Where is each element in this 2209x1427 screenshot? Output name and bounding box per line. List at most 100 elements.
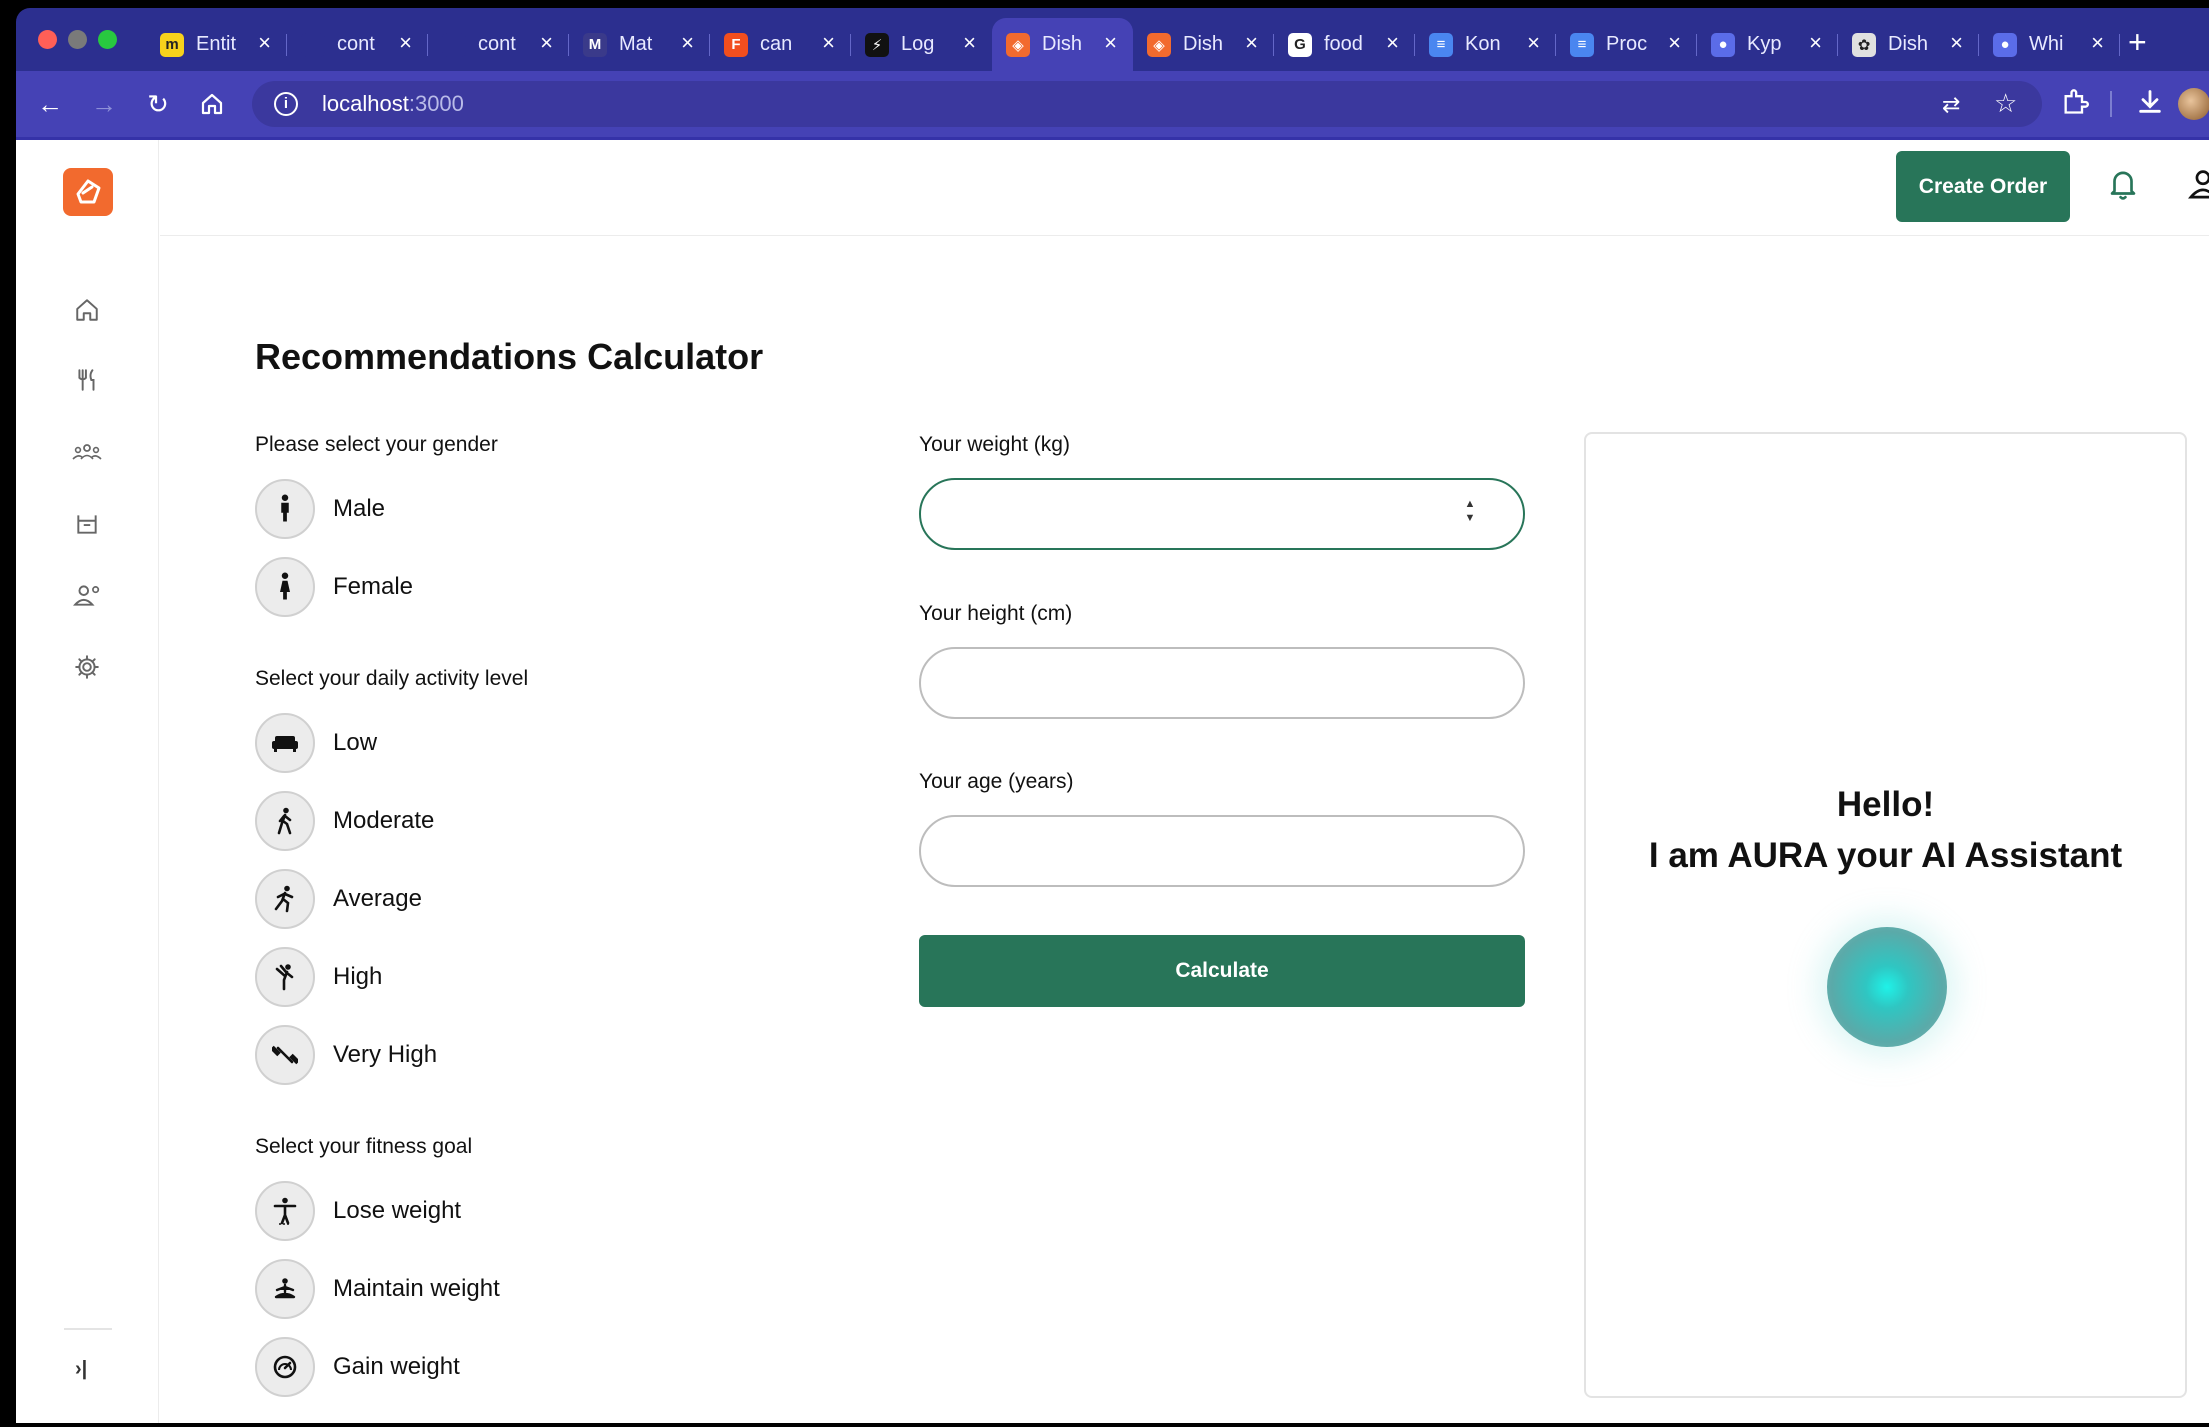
activity-option-very-high[interactable]: Very High	[255, 1025, 437, 1085]
team-icon[interactable]	[69, 434, 105, 470]
settings-gear-icon[interactable]	[69, 649, 105, 685]
notification-bell-icon[interactable]	[2108, 168, 2138, 207]
browser-tab[interactable]: ◈ Dish ×	[1133, 18, 1274, 71]
profile-avatar[interactable]	[2178, 88, 2209, 120]
gender-option-female[interactable]: Female	[255, 557, 413, 617]
downloads-icon[interactable]	[2136, 88, 2164, 123]
activity-option-label: Moderate	[333, 807, 435, 834]
age-input[interactable]	[919, 815, 1525, 887]
home-icon[interactable]	[69, 292, 105, 328]
back-arrow-icon[interactable]: ←	[32, 86, 68, 122]
goal-option-label: Gain weight	[333, 1353, 460, 1380]
tab-title: Mat	[619, 33, 653, 55]
site-info-icon[interactable]: i	[274, 92, 298, 116]
tab-close-icon[interactable]: ×	[1668, 30, 1681, 56]
browser-tab[interactable]: ≡ Proc ×	[1556, 18, 1697, 71]
male-icon	[255, 479, 315, 539]
age-label: Your age (years)	[919, 770, 1074, 793]
assistant-greeting: Hello!	[1836, 785, 1935, 824]
tab-close-icon[interactable]: ×	[540, 30, 553, 56]
number-stepper-icon[interactable]: ▲ ▼	[1462, 497, 1478, 527]
goal-option-label: Lose weight	[333, 1197, 462, 1224]
goal-option-lose-weight[interactable]: Lose weight	[255, 1181, 461, 1241]
tab-title: Kon	[1465, 33, 1501, 55]
calculate-button[interactable]: Calculate	[919, 935, 1525, 1007]
walking-person-icon	[255, 791, 315, 851]
extensions-puzzle-icon[interactable]	[2061, 88, 2089, 123]
person-arms-out-icon	[255, 1181, 315, 1241]
browser-tab[interactable]: ≡ Kon ×	[1415, 18, 1556, 71]
create-order-button[interactable]: Create Order	[1896, 151, 2070, 222]
browser-tab[interactable]: cont ×	[428, 18, 569, 71]
window-zoom-button[interactable]	[98, 30, 117, 49]
user-account-icon[interactable]	[2188, 168, 2209, 207]
goal-option-maintain-weight[interactable]: Maintain weight	[255, 1259, 500, 1319]
user-settings-icon[interactable]	[69, 577, 105, 613]
forward-arrow-icon[interactable]: →	[86, 86, 122, 122]
app-window: ›| Create Order Recommendations Calculat…	[16, 140, 2209, 1423]
reload-icon[interactable]: ↻	[140, 86, 176, 122]
tab-title: cont	[478, 33, 516, 55]
tab-separator	[2119, 34, 2120, 56]
browser-tab[interactable]: ◈ Dish ×	[992, 18, 1133, 71]
tab-close-icon[interactable]: ×	[1527, 30, 1540, 56]
browser-tab[interactable]: m Entit ×	[146, 18, 287, 71]
tab-close-icon[interactable]: ×	[399, 30, 412, 56]
assistant-orb-icon[interactable]	[1827, 927, 1947, 1047]
gender-option-male[interactable]: Male	[255, 479, 385, 539]
activity-section-label: Select your daily activity level	[255, 667, 529, 690]
browser-tab[interactable]: cont ×	[287, 18, 428, 71]
miro-board-icon: M	[583, 32, 607, 57]
window-minimize-button[interactable]	[68, 30, 87, 49]
activity-option-label: Average	[333, 885, 422, 912]
browser-tab[interactable]: Fcan ×	[710, 18, 851, 71]
tab-close-icon[interactable]: ×	[822, 30, 835, 56]
url-text: localhost:3000	[322, 91, 464, 116]
browser-tab[interactable]: ● Kyp ×	[1697, 18, 1838, 71]
tab-close-icon[interactable]: ×	[963, 30, 976, 56]
martial-arts-kick-icon	[255, 947, 315, 1007]
tab-close-icon[interactable]: ×	[681, 30, 694, 56]
tab-close-icon[interactable]: ×	[258, 30, 271, 56]
figma-icon: F	[724, 32, 748, 57]
window-close-button[interactable]	[38, 30, 57, 49]
browser-tab[interactable]: Gfood ×	[1274, 18, 1415, 71]
tab-title: Dish	[1888, 33, 1929, 55]
activity-option-moderate[interactable]: Moderate	[255, 791, 434, 851]
tab-close-icon[interactable]: ×	[1950, 30, 1963, 56]
activity-option-low[interactable]: Low	[255, 713, 377, 773]
tab-close-icon[interactable]: ×	[1104, 30, 1117, 56]
browser-tab[interactable]: ✿ Dish ×	[1838, 18, 1979, 71]
tab-close-icon[interactable]: ×	[2091, 30, 2104, 56]
height-label: Your height (cm)	[919, 602, 1073, 625]
translate-icon[interactable]: ⇄	[1942, 89, 1960, 121]
cutlery-icon[interactable]	[69, 362, 105, 398]
tab-close-icon[interactable]: ×	[1809, 30, 1822, 56]
home-icon[interactable]	[194, 86, 230, 125]
app-logo-icon: ◈	[1006, 32, 1030, 57]
gender-section-label: Please select your gender	[255, 433, 498, 456]
box-icon[interactable]	[69, 506, 105, 542]
activity-option-average[interactable]: Average	[255, 869, 422, 929]
goal-option-gain-weight[interactable]: Gain weight	[255, 1337, 460, 1397]
browser-tab[interactable]: ⚡ Log ×	[851, 18, 992, 71]
weight-label: Your weight (kg)	[919, 433, 1070, 456]
sidebar: ›|	[16, 140, 159, 1423]
new-tab-button[interactable]: +	[2128, 22, 2147, 62]
expand-sidebar-icon[interactable]: ›|	[75, 1358, 87, 1381]
weight-input[interactable]	[919, 478, 1525, 550]
tab-close-icon[interactable]: ×	[1386, 30, 1399, 56]
activity-option-high[interactable]: High	[255, 947, 382, 1007]
speedometer-icon	[255, 1337, 315, 1397]
goal-section-label: Select your fitness goal	[255, 1135, 473, 1158]
browser-tab[interactable]: M Mat ×	[569, 18, 710, 71]
bookmark-star-icon[interactable]: ☆	[1994, 87, 2017, 119]
app-logo-icon[interactable]	[63, 168, 113, 216]
goal-option-label: Maintain weight	[333, 1275, 500, 1302]
tab-list: m Entit × cont × cont × M Mat × Fcan × ⚡ Log × ◈ Dish × ◈ D…	[146, 18, 2120, 71]
tab-close-icon[interactable]: ×	[1245, 30, 1258, 56]
height-input[interactable]	[919, 647, 1525, 719]
browser-tab[interactable]: ● Whi ×	[1979, 18, 2120, 71]
tab-title: Log	[901, 33, 935, 55]
address-bar[interactable]: i localhost:3000 ⇄ ☆	[252, 81, 2042, 127]
